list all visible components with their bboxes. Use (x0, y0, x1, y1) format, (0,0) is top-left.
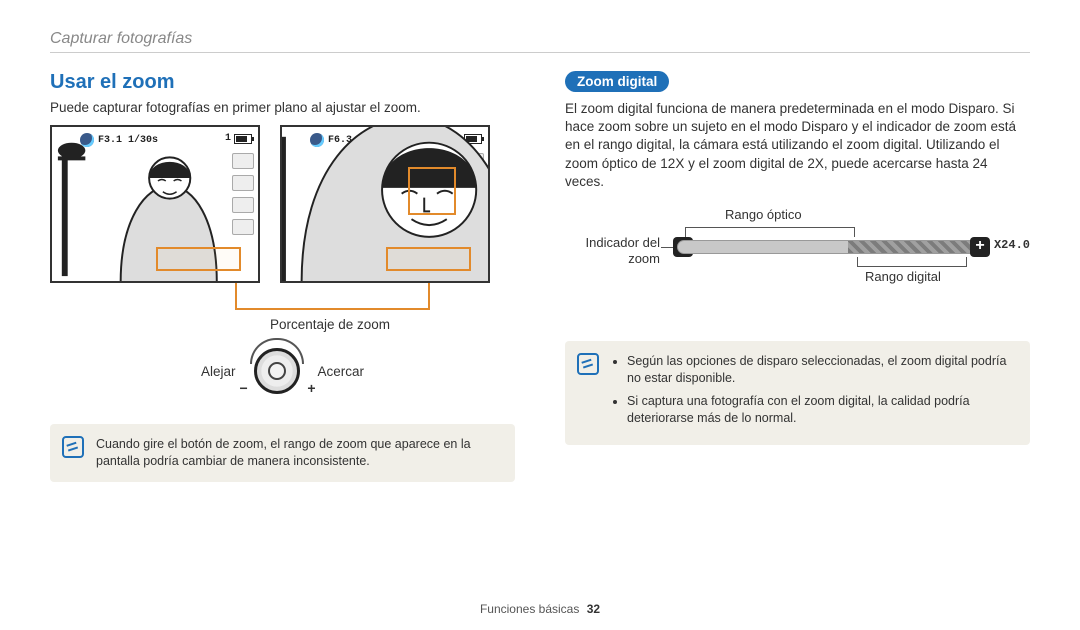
intro-text: Puede capturar fotografías en primer pla… (50, 100, 515, 115)
note-box: Según las opciones de disparo selecciona… (565, 341, 1030, 445)
zoom-percentage-label: Porcentaje de zoom (210, 317, 450, 332)
divider (50, 52, 1030, 53)
example-screenshots: F3.1 1/30s 1 (50, 125, 515, 283)
camera-screenshot-wide: F3.1 1/30s 1 (50, 125, 260, 283)
digital-range-label: Rango digital (865, 269, 941, 284)
zoom-in-label: Acercar (318, 364, 365, 379)
breadcrumb: Capturar fotografías (50, 30, 1030, 48)
right-column: Zoom digital El zoom digital funciona de… (565, 71, 1030, 482)
footer-page-number: 32 (587, 602, 600, 616)
face-detect-box (408, 167, 456, 215)
zoom-indicator-label: Indicador del zoom (565, 235, 660, 266)
optical-bracket (685, 227, 855, 237)
minus-icon: − (240, 380, 248, 396)
note-icon (62, 436, 84, 458)
note-box: Cuando gire el botón de zoom, el rango d… (50, 424, 515, 482)
zoom-indicator-highlight (156, 247, 241, 271)
callout-connectors (50, 289, 515, 315)
zoom-range-diagram: Rango óptico Indicador del zoom − + X24.… (565, 207, 1030, 317)
zoom-x24-label: X24.0 (994, 238, 1030, 252)
note-list: Según las opciones de disparo selecciona… (611, 353, 1016, 433)
zoom-digital-badge: Zoom digital (565, 71, 669, 92)
zoom-indicator-highlight (386, 247, 471, 271)
footer-section: Funciones básicas (480, 602, 579, 616)
plus-icon: + (307, 380, 315, 396)
zoom-plus-icon: + (970, 237, 990, 257)
note-item: Si captura una fotografía con el zoom di… (627, 393, 1016, 427)
digital-bracket (857, 257, 967, 267)
left-column: Usar el zoom Puede capturar fotografías … (50, 71, 515, 482)
zoom-bar (677, 240, 988, 254)
note-item: Según las opciones de disparo selecciona… (627, 353, 1016, 387)
note-text: Cuando gire el botón de zoom, el rango d… (96, 436, 501, 470)
section-title: Usar el zoom (50, 71, 515, 94)
zoom-out-label: Alejar (201, 364, 236, 379)
page-footer: Funciones básicas 32 (0, 602, 1080, 616)
camera-screenshot-zoom: F6.3 1/45s 1 (280, 125, 490, 283)
note-icon (577, 353, 599, 375)
optical-range-label: Rango óptico (725, 207, 802, 222)
zoom-dial-icon: − + (248, 342, 306, 400)
zoom-digital-body: El zoom digital funciona de manera prede… (565, 100, 1030, 191)
zoom-dial-row: Alejar − + Acercar (50, 342, 515, 400)
